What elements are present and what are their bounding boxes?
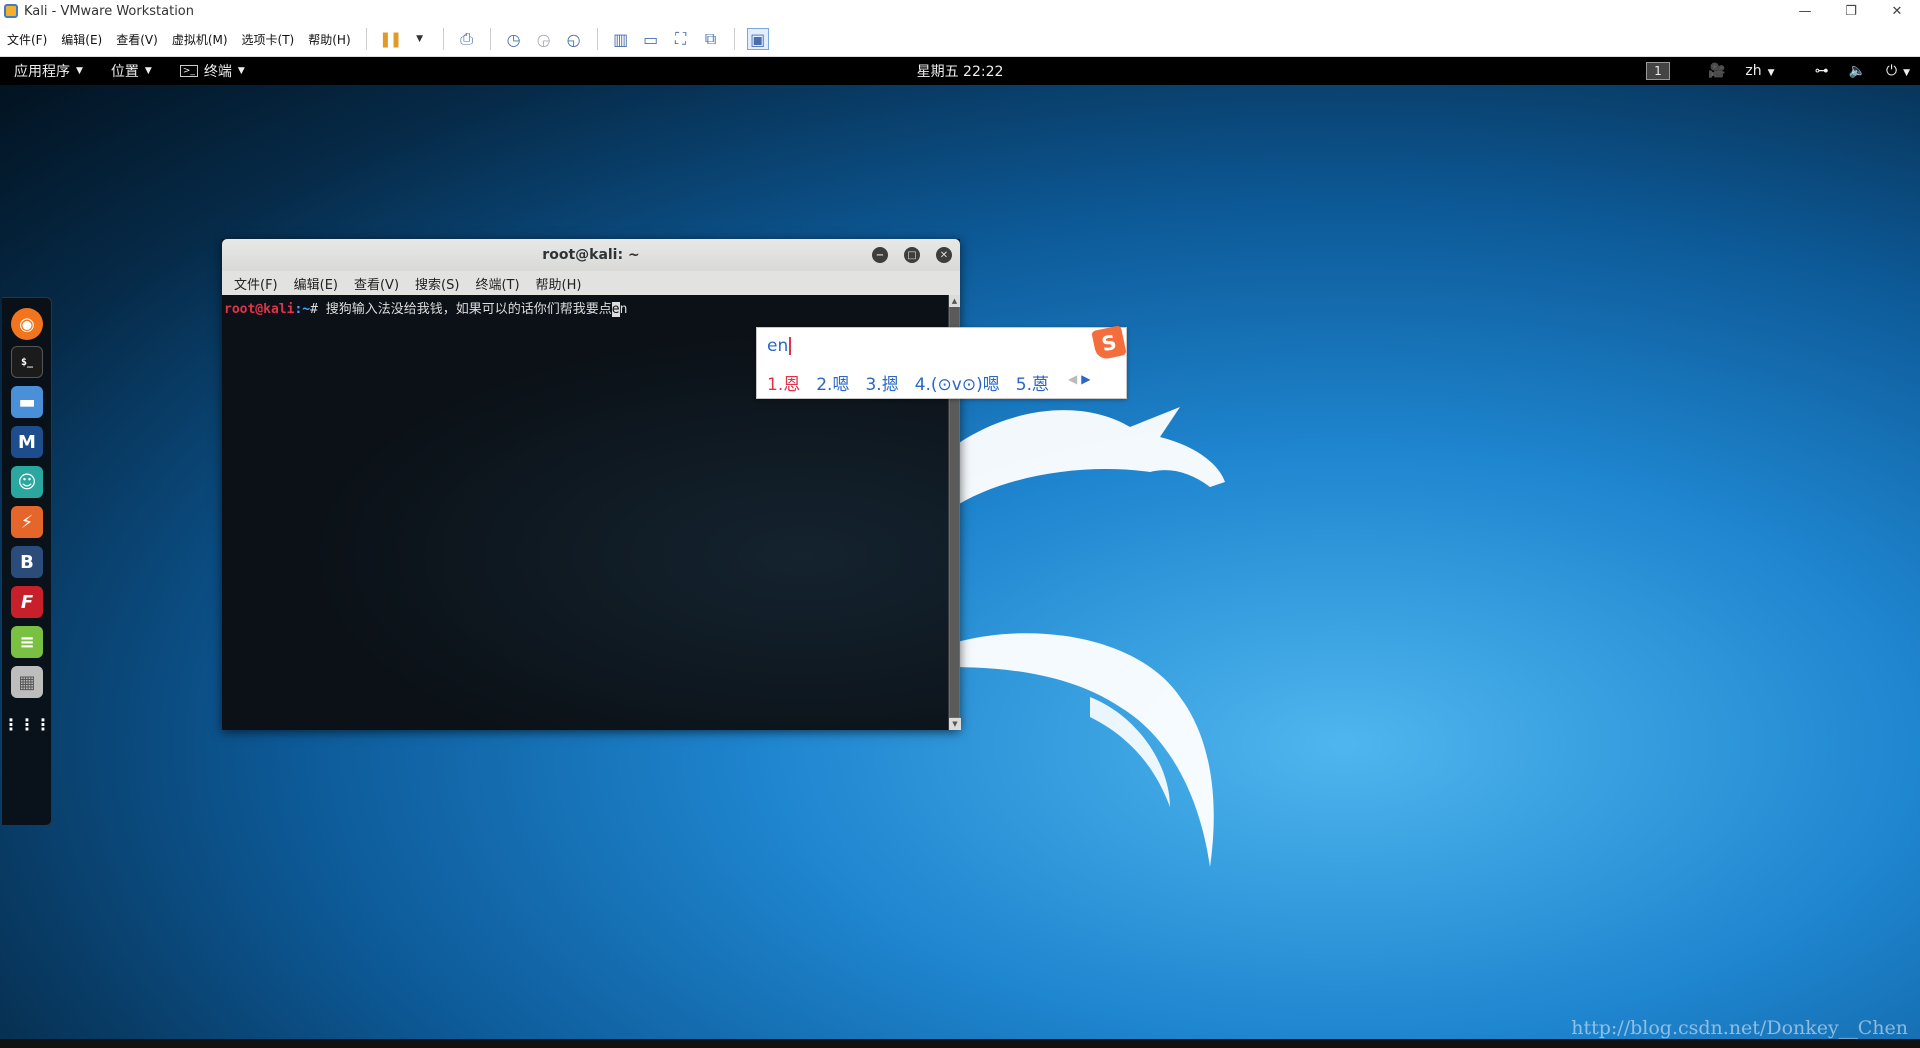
restore-button[interactable]: ❐ [1828, 0, 1874, 22]
clock[interactable]: 星期五 22:22 [0, 61, 1920, 81]
menu-view[interactable]: 查看(V) [109, 31, 165, 48]
terminal-title: root@kali: ~ [542, 247, 640, 263]
terminal-maximize-button[interactable]: □ [904, 247, 920, 263]
library-icon[interactable]: ▥ [610, 28, 632, 50]
burpsuite-icon[interactable]: ⚡ [11, 506, 43, 538]
prompt-symbol: # [310, 302, 326, 317]
toolbar-divider [733, 28, 735, 50]
chevron-down-icon: ▼ [237, 66, 245, 76]
ime-prev-page-icon[interactable]: ◀ [1068, 372, 1077, 386]
revert-snapshot-icon[interactable]: ◶ [533, 28, 555, 50]
toolbar-divider [489, 28, 491, 50]
ime-candidate[interactable]: 1.恩 [767, 370, 800, 395]
places-menu[interactable]: 位置 ▼ [97, 61, 166, 81]
window-title: Kali - VMware Workstation [24, 3, 194, 19]
prompt-user: root@kali [224, 302, 295, 317]
watermark: http://blog.csdn.net/Donkey__Chen [1571, 1017, 1908, 1039]
scroll-down-icon[interactable]: ▼ [949, 718, 961, 730]
terminal-titlebar[interactable]: root@kali: ~ − □ ✕ [222, 239, 960, 271]
menu-edit[interactable]: 编辑(E) [54, 31, 109, 48]
menu-tabs[interactable]: 选项卡(T) [235, 31, 302, 48]
command-tail: n [619, 302, 628, 317]
window-controls: — ❐ ✕ [1782, 0, 1920, 22]
console-view-icon[interactable]: ▣ [746, 28, 769, 50]
ime-candidate-window: en S 1.恩 2.嗯 3.摁 4.(⊙v⊙)嗯 5.蒽 ◀ ▶ [756, 325, 1127, 399]
beef-icon[interactable]: B [11, 546, 43, 578]
unity-icon[interactable]: ⧉ [700, 28, 722, 50]
vmware-titlebar: Kali - VMware Workstation — ❐ ✕ [0, 0, 1920, 22]
firefox-icon[interactable]: ◉ [11, 308, 43, 340]
chevron-down-icon: ▼ [144, 66, 152, 76]
ime-composition: en [767, 336, 792, 356]
ime-pager: ◀ ▶ [1068, 372, 1090, 386]
gnome-topbar: 应用程序 ▼ 位置 ▼ >_ 终端 ▼ 星期五 22:22 1 🎥 zh ▼ ⊶ 🔈 ⏻ ▼ [0, 57, 1920, 85]
ime-candidate[interactable]: 2.嗯 [816, 370, 849, 395]
ime-candidate[interactable]: 3.摁 [865, 370, 898, 395]
ime-caret [789, 337, 792, 355]
fullscreen-icon[interactable]: ⛶ [670, 28, 692, 50]
terminal-app-menu[interactable]: >_ 终端 ▼ [166, 61, 259, 81]
metasploit-icon[interactable]: M [11, 426, 43, 458]
leafpad-icon[interactable]: ≡ [11, 626, 43, 658]
power-icon[interactable]: ⏻ ▼ [1876, 63, 1920, 79]
terminal-menu-file[interactable]: 文件(F) [226, 274, 286, 293]
terminal-menu-edit[interactable]: 编辑(E) [286, 274, 346, 293]
system-tray: 1 🎥 zh ▼ ⊶ 🔈 ⏻ ▼ [1645, 62, 1920, 80]
minimize-button[interactable]: — [1782, 0, 1828, 22]
terminal-menu-view[interactable]: 查看(V) [346, 274, 407, 293]
language-indicator[interactable]: zh ▼ [1735, 63, 1784, 79]
terminal-window[interactable]: root@kali: ~ − □ ✕ 文件(F) 编辑(E) 查看(V) 搜索(… [222, 239, 961, 730]
terminal-close-button[interactable]: ✕ [936, 247, 952, 263]
chevron-down-icon: ▼ [1903, 68, 1910, 78]
scroll-up-icon[interactable]: ▲ [949, 295, 960, 307]
terminal-menu-terminal[interactable]: 终端(T) [467, 274, 527, 293]
toolbar-divider [442, 28, 444, 50]
ime-candidate-list: 1.恩 2.嗯 3.摁 4.(⊙v⊙)嗯 5.蒽 [767, 370, 1065, 395]
chevron-down-icon[interactable]: ▼ [409, 28, 431, 50]
show-apps-icon[interactable]: ⋮⋮⋮ [3, 708, 51, 740]
vmware-app-icon [4, 4, 18, 18]
chevron-down-icon: ▼ [76, 66, 83, 76]
sogou-logo-icon[interactable]: S [1091, 325, 1127, 361]
ime-next-page-icon[interactable]: ▶ [1081, 372, 1090, 386]
applications-menu[interactable]: 应用程序 ▼ [0, 61, 97, 81]
send-keys-icon[interactable]: ⎙ [456, 28, 478, 50]
guest-desktop: 应用程序 ▼ 位置 ▼ >_ 终端 ▼ 星期五 22:22 1 🎥 zh ▼ ⊶ 🔈 ⏻ ▼… [0, 57, 1920, 1039]
terminal-menubar: 文件(F) 编辑(E) 查看(V) 搜索(S) 终端(T) 帮助(H) [222, 271, 960, 295]
ime-candidate[interactable]: 5.蒽 [1016, 370, 1049, 395]
menu-file[interactable]: 文件(F) [0, 31, 54, 48]
faraday-icon[interactable]: F [11, 586, 43, 618]
vmware-menubar: 文件(F) 编辑(E) 查看(V) 虚拟机(M) 选项卡(T) 帮助(H) ❚❚… [0, 22, 1920, 57]
terminal-icon[interactable]: $_ [11, 346, 43, 378]
snapshot-icon[interactable]: ◷ [503, 28, 525, 50]
terminal-cursor: e [611, 302, 620, 317]
network-icon[interactable]: ⊶ [1805, 63, 1839, 79]
volume-icon[interactable]: 🔈 [1839, 63, 1876, 79]
menu-vm[interactable]: 虚拟机(M) [165, 31, 235, 48]
close-button[interactable]: ✕ [1874, 0, 1920, 22]
menu-help[interactable]: 帮助(H) [301, 31, 357, 48]
video-camera-icon[interactable]: 🎥 [1698, 63, 1735, 79]
chevron-down-icon: ▼ [1767, 68, 1775, 78]
toolbar-divider [365, 28, 367, 50]
terminal-menu-search[interactable]: 搜索(S) [407, 274, 467, 293]
toolbar-divider [596, 28, 598, 50]
vmware-statusbar [0, 1039, 1920, 1048]
snapshot-manager-icon[interactable]: ◵ [563, 28, 585, 50]
command-text: 搜狗输入法没给我钱，如果可以的话你们帮我要点 [325, 302, 612, 317]
thumbnail-icon[interactable]: ▭ [640, 28, 662, 50]
prompt-path: :~ [294, 302, 311, 317]
terminal-menu-help[interactable]: 帮助(H) [528, 274, 590, 293]
terminal-icon: >_ [179, 65, 198, 77]
files-icon[interactable]: ▬ [11, 386, 43, 418]
pause-icon[interactable]: ❚❚ [379, 28, 402, 50]
terminal-minimize-button[interactable]: − [872, 247, 888, 263]
dock: ◉ $_ ▬ M ☺ ⚡ B F ≡ ▦ ⋮⋮⋮ [2, 297, 52, 826]
ime-candidate[interactable]: 4.(⊙v⊙)嗯 [915, 370, 1000, 395]
armitage-icon[interactable]: ☺ [11, 466, 43, 498]
cherrytree-icon[interactable]: ▦ [11, 666, 43, 698]
workspace-indicator[interactable]: 1 [1645, 62, 1670, 80]
